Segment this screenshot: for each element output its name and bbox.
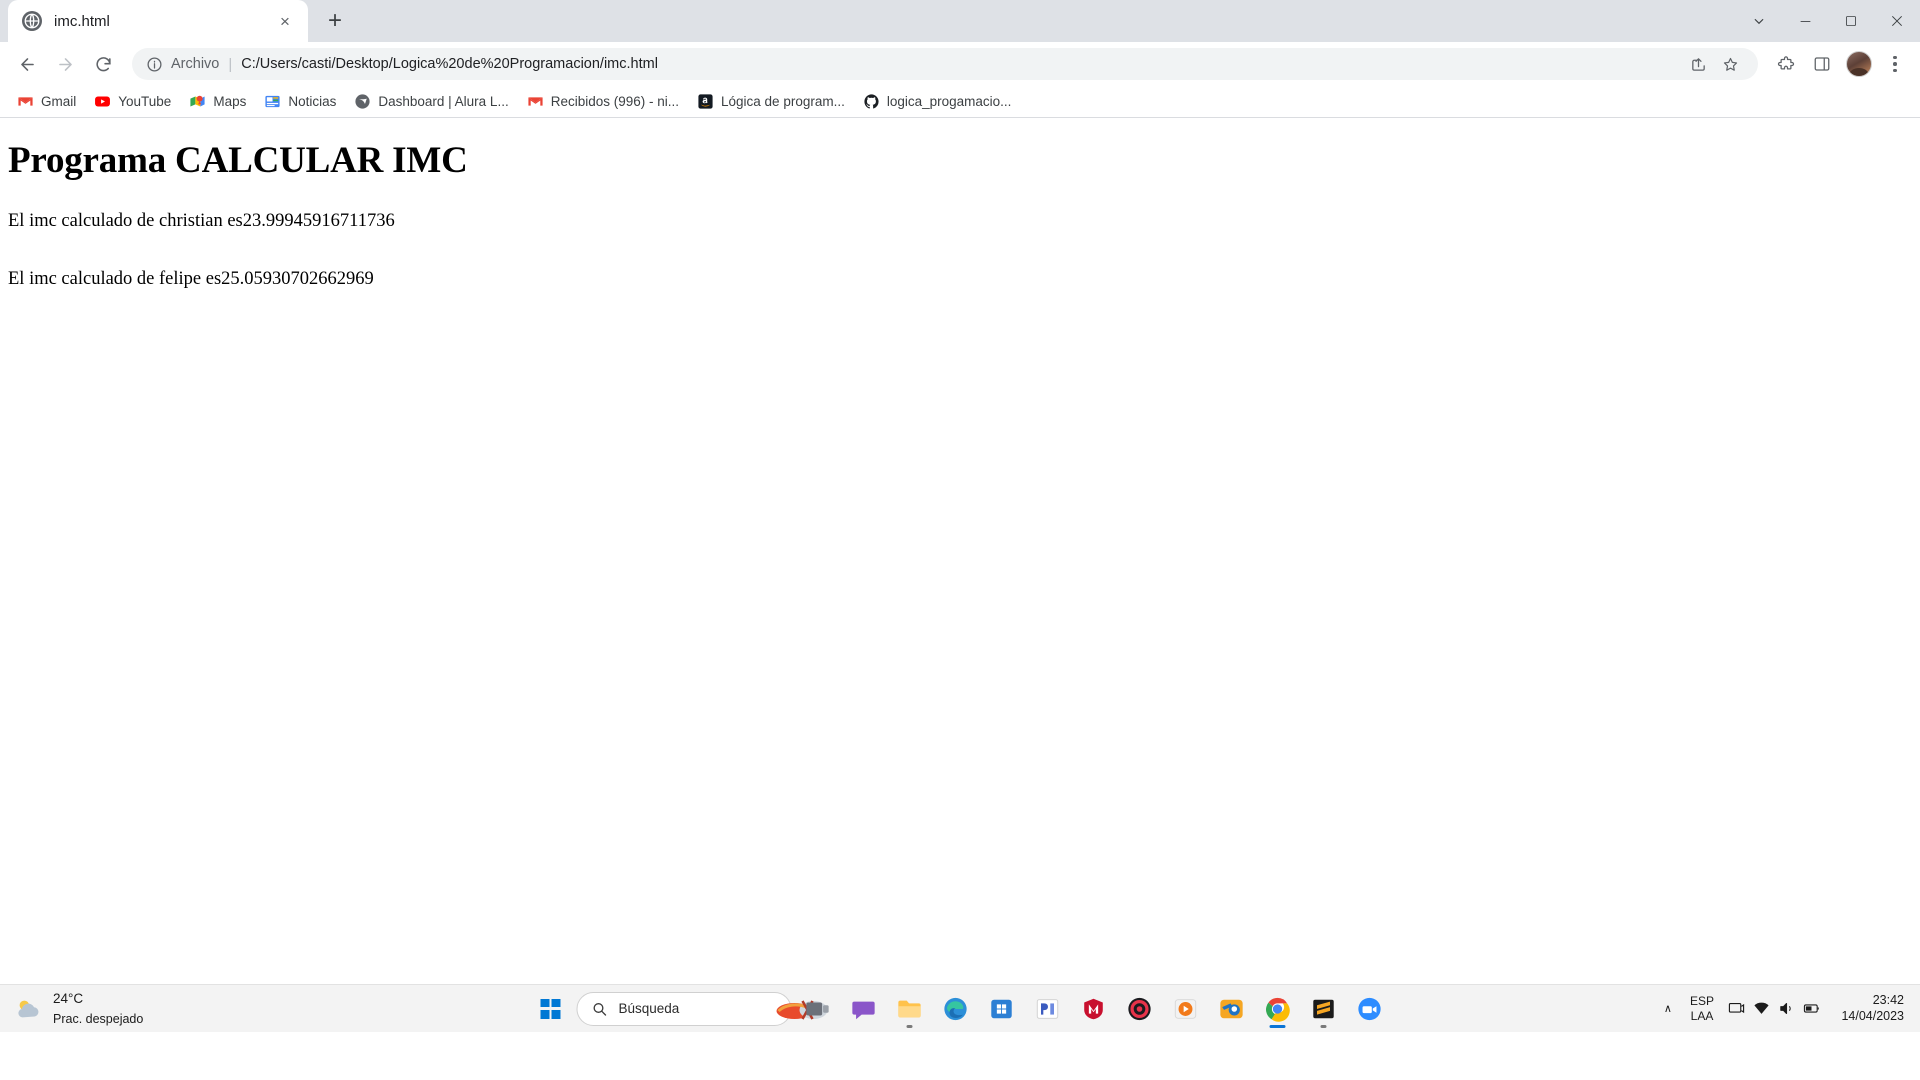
bookmark-github-repo[interactable]: logica_progamacio... [854,89,1021,115]
maximize-button[interactable] [1828,0,1874,42]
taskbar-search-box[interactable]: Búsqueda [576,991,828,1026]
bookmark-maps[interactable]: Maps [180,89,255,115]
start-button[interactable] [531,989,571,1029]
weather-description: Prac. despejado [53,1011,144,1026]
search-placeholder: Búsqueda [618,1001,680,1016]
windows-taskbar: 24°C Prac. despejado Búsqueda ∧ ESP LAA … [0,984,1920,1032]
bookmark-star-icon[interactable] [1716,50,1744,78]
alura-icon [354,93,371,110]
edge-icon[interactable] [936,989,976,1029]
extensions-icon[interactable] [1770,48,1802,80]
profile-avatar[interactable] [1846,51,1872,77]
bookmark-gmail[interactable]: Gmail [8,89,85,115]
network-icon[interactable] [1753,1000,1770,1017]
globe-icon [22,11,42,31]
bookmark-youtube[interactable]: YouTube [85,89,180,115]
opera-gx-icon[interactable] [1120,989,1160,1029]
volume-icon[interactable] [1778,1000,1795,1017]
new-tab-button[interactable]: + [318,4,352,38]
gmail-icon [17,93,34,110]
clock-time: 23:42 [1872,992,1904,1007]
back-icon[interactable] [10,47,44,81]
window-controls [1736,0,1920,42]
close-icon[interactable]: × [274,10,296,32]
weather-text: 24°C Prac. despejado [53,989,143,1029]
gmail-icon [527,93,544,110]
browser-toolbar: Archivo | C:/Users/casti/Desktop/Logica%… [0,42,1920,86]
bookmark-label: Maps [213,94,247,109]
bookmark-logica-programacion[interactable]: Lógica de program... [688,89,854,115]
battery-icon[interactable] [1803,1000,1820,1017]
zoom-icon[interactable] [1350,989,1390,1029]
blender-icon[interactable] [1212,989,1252,1029]
sublime-text-icon[interactable] [1304,989,1344,1029]
cloud-sun-icon [14,994,44,1024]
side-panel-icon[interactable] [1806,48,1838,80]
news-icon [264,93,281,110]
tab-title: imc.html [54,12,110,30]
language-indicator[interactable]: ESP LAA [1686,994,1718,1023]
window-close-button[interactable] [1874,0,1920,42]
tray-overflow-icon[interactable]: ∧ [1660,1002,1676,1015]
bookmarks-bar: Gmail YouTube Maps Noticias Dashboard | … [0,86,1920,118]
lightshot-icon[interactable] [1028,989,1068,1029]
taskbar-weather-widget[interactable]: 24°C Prac. despejado [0,989,260,1029]
bookmark-label: Gmail [41,94,77,109]
bookmark-label: YouTube [118,94,172,109]
taskbar-clock[interactable]: 23:42 14/04/2023 [1830,993,1904,1024]
bookmark-label: logica_progamacio... [886,94,1012,109]
reload-icon[interactable] [86,47,120,81]
url-scheme-label: Archivo [171,56,220,72]
tray-icon-group [1728,1000,1820,1017]
system-tray: ∧ ESP LAA 23:42 14/04/2023 [1660,993,1920,1024]
imc-result-line: El imc calculado de felipe es25.05930702… [8,269,374,289]
maps-icon [189,93,206,110]
windows-logo-icon [540,998,561,1019]
github-icon [863,93,880,110]
page-title: Programa CALCULAR IMC [8,140,468,181]
media-player-icon[interactable] [1166,989,1206,1029]
imc-result-line: El imc calculado de christian es23.99945… [8,211,395,231]
youtube-icon [94,93,111,110]
chrome-menu-icon[interactable] [1880,48,1910,80]
bookmark-noticias[interactable]: Noticias [255,89,345,115]
weather-temperature: 24°C [53,990,84,1006]
omnibox-actions [1684,50,1744,78]
chat-icon[interactable] [844,989,884,1029]
clock-date: 14/04/2023 [1841,1008,1904,1023]
language-primary: ESP [1689,994,1714,1009]
amazon-icon [697,93,714,110]
page-content: Programa CALCULAR IMC El imc calculado d… [0,118,1920,1000]
notification-icon[interactable] [1728,1000,1745,1017]
microsoft-store-icon[interactable] [982,989,1022,1029]
browser-window: imc.html × + Archivo | C:/Users/casti/De… [0,0,1920,1032]
bookmark-label: Dashboard | Alura L... [378,94,509,109]
url-text: C:/Users/casti/Desktop/Logica%20de%20Pro… [241,56,658,72]
tab-strip: imc.html × + [0,0,1920,42]
bookmark-alura-dashboard[interactable]: Dashboard | Alura L... [345,89,517,115]
url-separator: | [228,55,233,73]
google-chrome-icon[interactable] [1258,989,1298,1029]
bookmark-label: Recibidos (996) - ni... [550,94,680,109]
task-view-icon[interactable] [798,989,838,1029]
bookmark-label: Noticias [288,94,337,109]
forward-icon[interactable] [48,47,82,81]
bookmark-label: Lógica de program... [721,94,845,109]
search-icon [592,1001,608,1017]
bookmark-recibidos[interactable]: Recibidos (996) - ni... [518,89,688,115]
taskbar-center-group: Búsqueda [531,989,1390,1029]
share-icon[interactable] [1684,50,1712,78]
language-secondary: LAA [1690,1008,1714,1023]
address-bar[interactable]: Archivo | C:/Users/casti/Desktop/Logica%… [132,48,1758,80]
browser-tab[interactable]: imc.html × [8,0,308,42]
minimize-button[interactable] [1782,0,1828,42]
info-icon[interactable] [146,56,163,73]
search-tabs-icon[interactable] [1736,0,1782,42]
mcafee-icon[interactable] [1074,989,1114,1029]
file-explorer-icon[interactable] [890,989,930,1029]
